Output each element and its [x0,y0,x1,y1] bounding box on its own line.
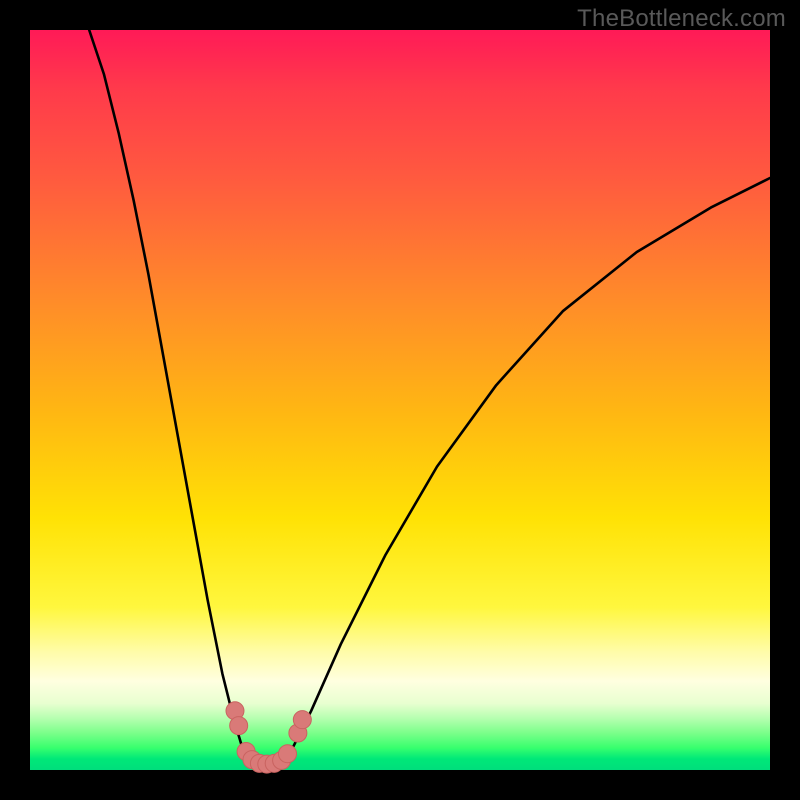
curve-right [289,178,770,755]
watermark-text: TheBottleneck.com [577,5,786,33]
chart-svg [30,30,770,770]
curve-left [89,30,244,755]
plot-area [30,30,770,770]
chart-frame: TheBottleneck.com [0,0,800,800]
valley-marker [279,745,297,763]
valley-marker [293,711,311,729]
valley-marker [230,717,248,735]
